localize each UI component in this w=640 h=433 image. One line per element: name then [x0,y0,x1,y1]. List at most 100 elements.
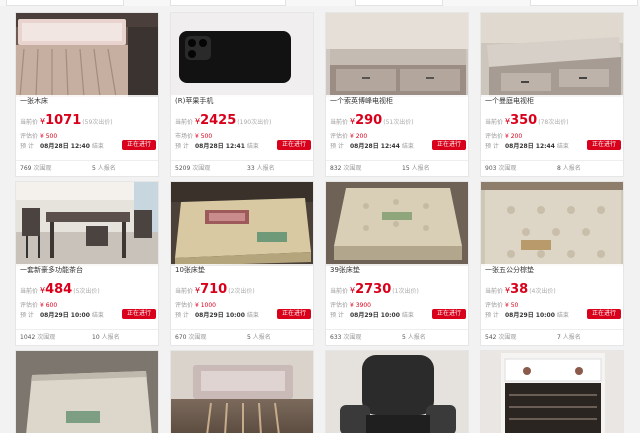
reference-price-label: 评估价 [485,302,504,309]
top-filter-segment[interactable] [530,0,638,6]
card-footer: 5209 次围观 33 人报名 [171,160,313,176]
item-image[interactable] [171,351,313,433]
reference-price-row: 评估价 ¥ 200 [330,131,464,140]
auction-card[interactable]: 39张床垫 当前价 ¥2730(1次出价) 评估价 ¥ 3900 预 计 08月29日 10… [325,181,469,346]
view-count-label: 次围观 [343,334,362,341]
end-label: 结束 [91,312,104,319]
current-price: ¥1071 [40,113,81,128]
current-price-value: 710 [200,282,228,297]
end-label: 结束 [246,312,259,319]
item-title[interactable]: 一套新豪多功能茶台 [16,264,158,277]
view-count: 769 次围观 [20,161,51,176]
item-title[interactable]: 一个曼庭电视柜 [481,95,623,108]
status-badge[interactable]: 正在进行 [122,140,156,150]
auction-card[interactable]: 一套新豪多功能茶台 当前价 ¥484(5次出价) 评估价 ¥ 600 预 计 08月29日 … [15,181,159,346]
item-photo-office-chair [326,351,468,433]
item-image[interactable] [481,13,623,97]
end-time: 08月29日 10:00 [350,312,400,319]
item-title[interactable]: 39张床垫 [326,264,468,277]
status-badge[interactable]: 正在进行 [277,140,311,150]
bid-count: (4次出价) [529,288,556,295]
reference-price-label: 市场价 [175,133,194,140]
item-photo [171,182,313,266]
item-image[interactable] [16,351,158,433]
status-badge[interactable]: 正在进行 [432,140,466,150]
reference-price-value: ¥ 50 [505,302,519,309]
item-image[interactable] [16,13,158,97]
signup-count-value: 33 [247,165,255,172]
current-price-row: 当前价 ¥1071(59次出价) [20,113,154,128]
reference-price-value: ¥ 200 [505,133,523,140]
item-photo-shoe-cabinet [481,351,623,433]
reference-price-row: 评估价 ¥ 200 [485,131,619,140]
view-count-value: 633 [330,334,342,341]
signup-count-label: 人报名 [562,165,581,172]
view-count: 832 次围观 [330,161,361,176]
auction-card[interactable] [325,350,469,433]
signup-count-label: 人报名 [562,334,581,341]
auction-card[interactable] [480,350,624,433]
item-photo [481,13,623,97]
item-image[interactable] [326,351,468,433]
view-count: 1042 次围观 [20,330,55,345]
item-image[interactable] [326,182,468,266]
item-image[interactable] [171,182,313,266]
signup-count: 5 人报名 [92,161,116,176]
estimate-label: 预 计 [175,143,189,150]
signup-count-value: 5 [92,165,96,172]
item-title[interactable]: 10张床垫 [171,264,313,277]
auction-card[interactable]: 一张五公分棕垫 当前价 ¥38(4次出价) 评估价 ¥ 50 预 计 08月29日 10:0… [480,181,624,346]
auction-card[interactable]: 一个索英博峰电视柜 当前价 ¥290(51次出价) 评估价 ¥ 200 预 计 08月28日… [325,12,469,177]
reference-price-label: 评估价 [485,133,504,140]
reference-price-row: 评估价 ¥ 500 [20,131,154,140]
top-filter-segment[interactable] [355,0,443,6]
current-price: ¥484 [40,282,72,297]
auction-card[interactable] [170,350,314,433]
item-title[interactable]: 一张木床 [16,95,158,108]
signup-count-value: 7 [557,334,561,341]
end-time: 08月29日 10:00 [40,312,90,319]
reference-price-row: 市场价 ¥ 500 [175,131,309,140]
current-price: ¥290 [350,113,382,128]
card-footer: 633 次围观 5 人报名 [326,329,468,345]
item-photo-wooden-bed-frame [171,351,313,433]
reference-price-value: ¥ 1000 [195,302,216,309]
estimate-label: 预 计 [20,312,34,319]
end-label: 结束 [556,143,569,150]
current-price-row: 当前价 ¥290(51次出价) [330,113,464,128]
end-label: 结束 [556,312,569,319]
item-image[interactable] [326,13,468,97]
estimate-label: 预 计 [330,312,344,319]
current-price-row: 当前价 ¥484(5次出价) [20,282,154,297]
current-price-row: 当前价 ¥2425(190次出价) [175,113,309,128]
signup-count: 5 人报名 [402,330,426,345]
reference-price-label: 评估价 [20,133,39,140]
signup-count: 10 人报名 [92,330,120,345]
auction-card[interactable]: 一张木床 当前价 ¥1071(59次出价) 评估价 ¥ 500 预 计 08月28日 12:… [15,12,159,177]
top-filter-segment[interactable] [170,0,286,6]
view-count-label: 次围观 [498,334,517,341]
auction-card[interactable]: 10张床垫 当前价 ¥710(2次出价) 评估价 ¥ 1000 预 计 08月29日 10:… [170,181,314,346]
status-badge[interactable]: 正在进行 [432,309,466,319]
signup-count: 5 人报名 [247,330,271,345]
top-filter-segment[interactable] [6,0,124,6]
status-badge[interactable]: 正在进行 [587,140,621,150]
status-badge[interactable]: 正在进行 [587,309,621,319]
item-image[interactable] [481,182,623,266]
item-title[interactable]: 一张五公分棕垫 [481,264,623,277]
status-badge[interactable]: 正在进行 [122,309,156,319]
item-title[interactable]: 一个索英博峰电视柜 [326,95,468,108]
auction-card[interactable]: (R)苹果手机 当前价 ¥2425(190次出价) 市场价 ¥ 500 预 计 08月28日… [170,12,314,177]
item-image[interactable] [481,351,623,433]
auction-card[interactable] [15,350,159,433]
end-time: 08月28日 12:41 [195,143,245,150]
current-price: ¥710 [195,282,227,297]
signup-count-value: 5 [402,334,406,341]
status-badge[interactable]: 正在进行 [277,309,311,319]
auction-card[interactable]: 一个曼庭电视柜 当前价 ¥350(78次出价) 评估价 ¥ 200 预 计 08月28日 1… [480,12,624,177]
item-image[interactable] [171,13,313,97]
current-price-label: 当前价 [485,288,504,295]
item-title[interactable]: (R)苹果手机 [171,95,313,108]
current-price-label: 当前价 [330,119,349,126]
item-image[interactable] [16,182,158,266]
